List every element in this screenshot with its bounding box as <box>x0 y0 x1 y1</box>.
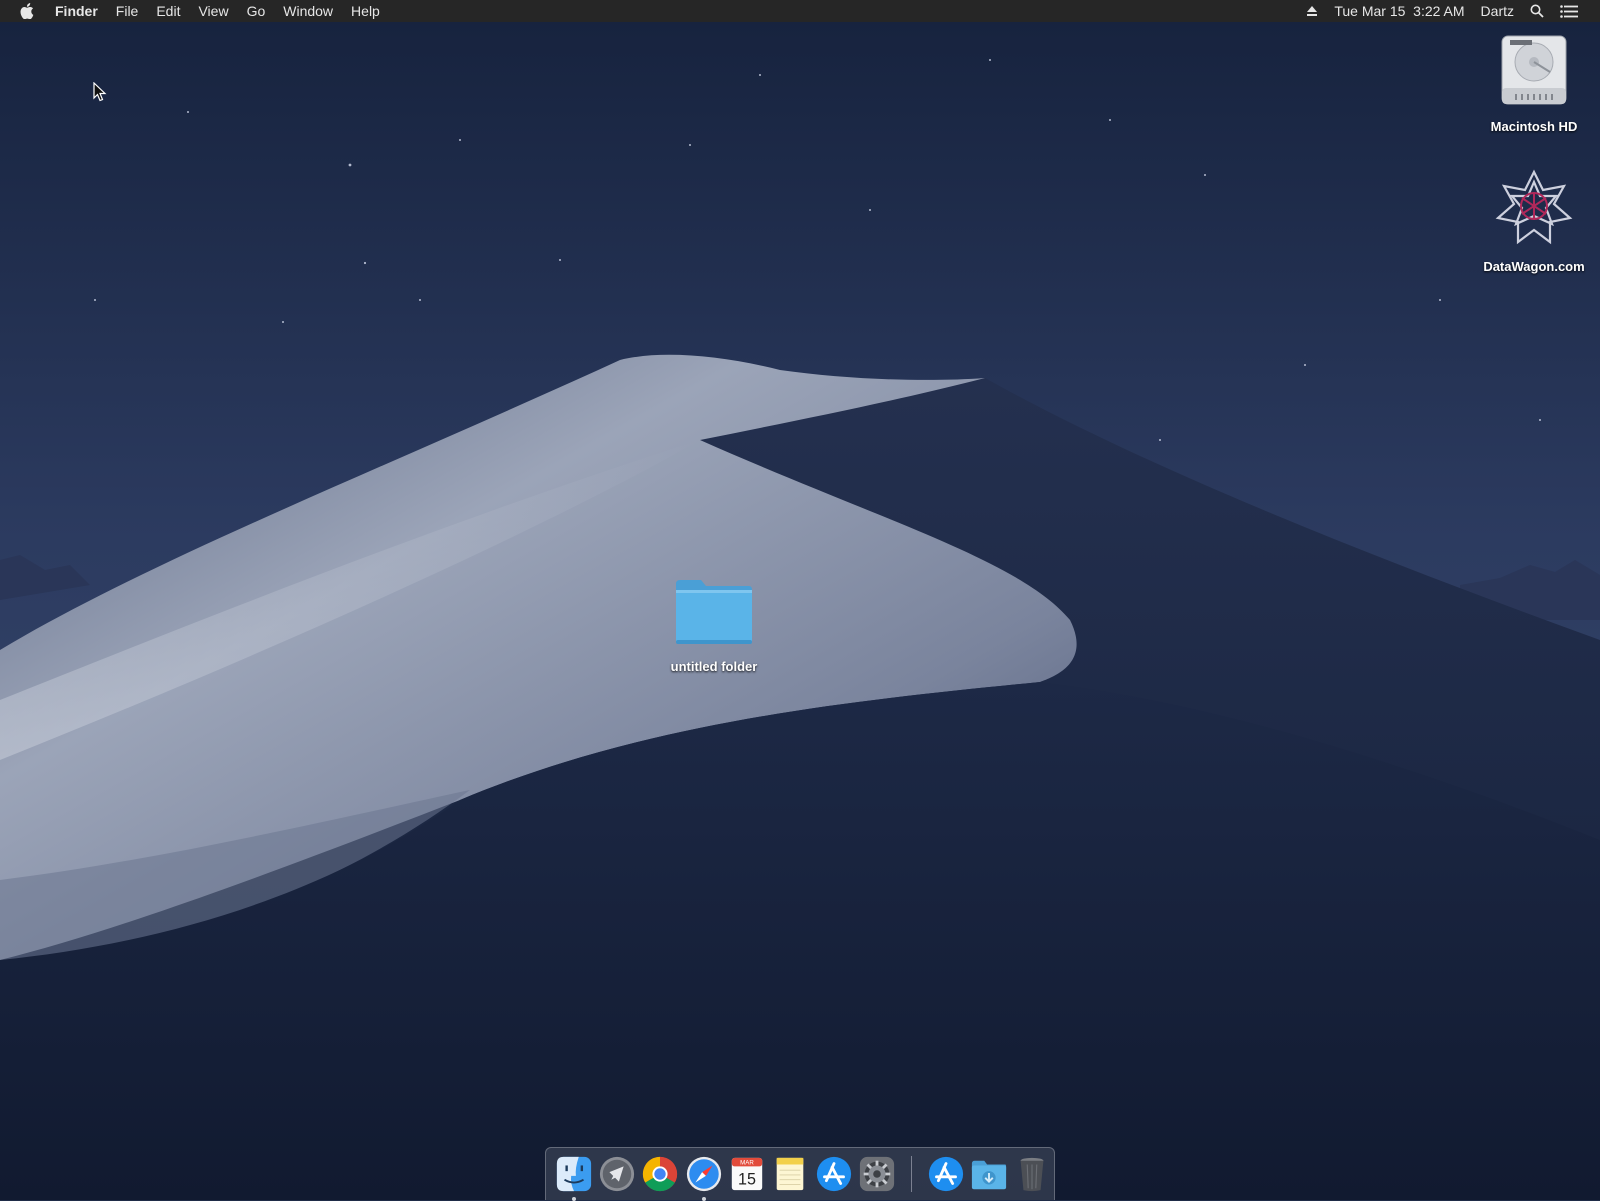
running-indicator <box>571 1197 576 1201</box>
hard-drive-icon <box>1496 32 1572 113</box>
dock: MAR 15 <box>545 1147 1055 1201</box>
running-indicator <box>701 1197 706 1201</box>
chrome-icon <box>643 1156 678 1192</box>
menu-window[interactable]: Window <box>274 0 342 22</box>
user-menu[interactable]: Dartz <box>1473 0 1522 22</box>
dock-item-finder[interactable] <box>554 1154 593 1201</box>
calendar-day: 15 <box>738 1170 756 1188</box>
dock-item-notes[interactable] <box>771 1154 810 1194</box>
desktop-icon-label: untitled folder <box>670 659 758 674</box>
mouse-cursor-icon <box>93 82 107 102</box>
datawagon-logo-icon <box>1494 168 1574 253</box>
launchpad-rocket-icon <box>599 1156 635 1192</box>
calendar-month: MAR <box>740 1160 754 1167</box>
spotlight-search-icon[interactable] <box>1522 4 1552 18</box>
menu-view[interactable]: View <box>189 0 237 22</box>
dock-item-downloads[interactable] <box>969 1154 1008 1194</box>
menu-file[interactable]: File <box>107 0 148 22</box>
safari-compass-icon <box>686 1156 721 1192</box>
finder-icon <box>556 1156 591 1192</box>
dock-item-safari[interactable] <box>684 1154 723 1201</box>
notes-icon <box>777 1157 804 1191</box>
system-preferences-gear-icon <box>860 1156 895 1192</box>
dock-item-app-store[interactable] <box>814 1154 853 1194</box>
menu-finder[interactable]: Finder <box>46 0 107 22</box>
dock-item-launchpad[interactable] <box>597 1154 636 1194</box>
desktop-icon-datawagon[interactable]: DataWagon.com <box>1469 168 1599 274</box>
dock-item-calendar[interactable]: MAR 15 <box>727 1154 766 1194</box>
menu-go[interactable]: Go <box>238 0 275 22</box>
menu-edit[interactable]: Edit <box>147 0 189 22</box>
menu-bar: Finder File Edit View Go Window Help Tue… <box>0 0 1600 22</box>
apple-icon[interactable] <box>16 3 38 19</box>
dock-item-chrome[interactable] <box>641 1154 680 1194</box>
eject-icon[interactable] <box>1298 5 1326 17</box>
calendar-icon: MAR 15 <box>731 1157 763 1191</box>
dock-item-applications-stack[interactable] <box>926 1154 965 1194</box>
desktop-icon-label: Macintosh HD <box>1490 119 1578 134</box>
clock[interactable]: Tue Mar 15 3:22 AM <box>1326 0 1472 22</box>
downloads-folder-icon <box>971 1160 1006 1190</box>
desktop-icon-macintosh-hd[interactable]: Macintosh HD <box>1469 32 1599 134</box>
notification-center-icon[interactable] <box>1552 4 1586 18</box>
desktop-icon-untitled-folder[interactable]: untitled folder <box>649 578 779 674</box>
desktop-wallpaper <box>0 0 1600 1200</box>
trash-icon <box>1020 1157 1044 1192</box>
app-store-icon <box>816 1156 851 1192</box>
dock-item-system-preferences[interactable] <box>858 1154 897 1194</box>
menu-help[interactable]: Help <box>342 0 389 22</box>
app-store-stack-icon <box>928 1156 963 1192</box>
desktop-icon-label: DataWagon.com <box>1483 259 1585 274</box>
folder-icon <box>673 578 755 653</box>
dock-separator <box>910 1156 912 1192</box>
dock-item-trash[interactable] <box>1013 1154 1052 1194</box>
